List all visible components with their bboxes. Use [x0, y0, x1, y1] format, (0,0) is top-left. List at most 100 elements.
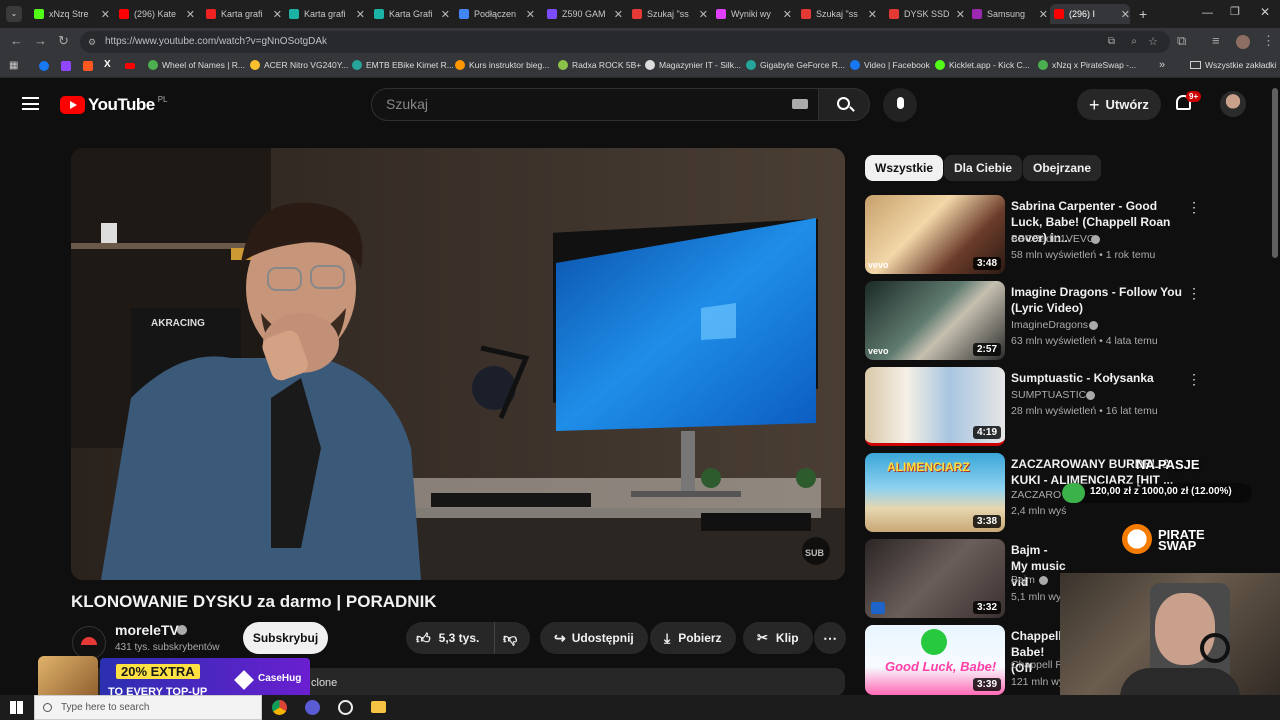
video-thumbnail[interactable]: vevo 2:57	[865, 281, 1005, 360]
bookmark-item[interactable]: Magazynier IT - Silk...	[645, 60, 741, 70]
recommendation-item[interactable]: vevo 3:48 Sabrina Carpenter - Good Luck,…	[865, 195, 1260, 275]
profile-avatar[interactable]	[1236, 35, 1250, 49]
browser-tab[interactable]: Karta grafi ✕	[202, 4, 282, 24]
chip-watched[interactable]: Obejrzane	[1023, 155, 1102, 181]
extensions-icon[interactable]: ⧉	[1177, 34, 1186, 48]
tab-close-icon[interactable]: ✕	[868, 8, 877, 21]
more-options-icon[interactable]: ⋮	[1187, 199, 1201, 216]
site-info-icon[interactable]: ⚙	[88, 31, 96, 53]
browser-tab[interactable]: DYSK SSD ✕	[885, 4, 965, 24]
channel-name[interactable]: moreleTV	[115, 622, 179, 638]
browser-menu-icon[interactable]: ⋮	[1262, 34, 1275, 48]
channel-name[interactable]: BBCRadio1VEVO	[1011, 233, 1095, 245]
windows-start-icon[interactable]	[10, 701, 23, 714]
video-thumbnail[interactable]: vevo 3:48	[865, 195, 1005, 274]
account-avatar[interactable]	[1220, 91, 1246, 117]
browser-tab[interactable]: Karta Grafi ✕	[370, 4, 450, 24]
tab-close-icon[interactable]: ✕	[783, 8, 792, 21]
browser-tab[interactable]: xNzq Stre ✕	[30, 4, 110, 24]
install-icon[interactable]: ⧉	[1108, 31, 1115, 53]
youtube-bookmark-icon[interactable]	[125, 63, 135, 69]
channel-name[interactable]: SUMPTUASTIC	[1011, 389, 1086, 401]
video-thumbnail[interactable]: ALIMENCIARZ 3:38	[865, 453, 1005, 532]
restore-button[interactable]: ❐	[1230, 5, 1240, 18]
subscribe-button[interactable]: Subskrybuj	[243, 622, 328, 654]
bookmark-item[interactable]: Video | Facebook	[850, 60, 930, 70]
tab-close-icon[interactable]: ✕	[1039, 8, 1048, 21]
tab-close-icon[interactable]: ✕	[186, 8, 195, 21]
tab-close-icon[interactable]: ✕	[614, 8, 623, 21]
download-button[interactable]: ⤓ Pobierz	[650, 622, 736, 654]
video-title[interactable]: Imagine Dragons - Follow You (Lyric Vide…	[1011, 284, 1186, 316]
video-thumbnail[interactable]: 3:32	[865, 539, 1005, 618]
browser-tab[interactable]: Z590 GAM ✕	[543, 4, 623, 24]
chrome-taskbar-icon[interactable]	[272, 700, 287, 715]
page-scrollbar[interactable]	[1272, 88, 1278, 258]
tab-close-icon[interactable]: ✕	[356, 8, 365, 21]
browser-tab[interactable]: Samsung ✕	[968, 4, 1048, 24]
bookmark-item[interactable]: Radxa ROCK 5B+	[558, 60, 641, 70]
bookmark-item[interactable]: ACER Nitro VG240Y...	[250, 60, 348, 70]
subscribe-watermark[interactable]: SUB	[805, 548, 824, 558]
dislike-button[interactable]: 👎︎	[494, 622, 530, 654]
tab-close-icon[interactable]: ✕	[526, 8, 535, 21]
close-window-button[interactable]: ✕	[1260, 5, 1270, 19]
zoom-icon[interactable]: ⌕	[1131, 31, 1137, 53]
bookmark-star-icon[interactable]: ☆	[1148, 31, 1158, 53]
all-bookmarks-folder[interactable]: Wszystkie zakładki	[1190, 60, 1276, 70]
bookmark-item[interactable]: EMTB EBike Kimet R...	[352, 60, 454, 70]
channel-name[interactable]: ImagineDragons	[1011, 319, 1088, 331]
back-icon[interactable]: ←	[10, 34, 23, 48]
share-button[interactable]: ↪ Udostępnij	[540, 622, 648, 654]
bookmark-item[interactable]: xNzq x PirateSwap -...	[1038, 60, 1136, 70]
app-taskbar-icon[interactable]	[305, 700, 320, 715]
file-explorer-icon[interactable]	[371, 701, 386, 713]
chip-all[interactable]: Wszystkie	[865, 155, 944, 181]
guide-menu-icon[interactable]	[22, 97, 39, 110]
taskbar-search-input[interactable]: Type here to search	[34, 695, 262, 720]
channel-avatar[interactable]	[72, 626, 106, 660]
browser-tab[interactable]: (296) I ✕	[1050, 4, 1130, 24]
tab-close-icon[interactable]: ✕	[699, 8, 708, 21]
bookmark-item[interactable]: Kicklet.app - Kick C...	[935, 60, 1030, 70]
youtube-logo[interactable]: YouTube PL	[60, 95, 168, 115]
recommendation-item[interactable]: 4:19 Sumptuastic - Kołysanka SUMPTUASTIC…	[865, 367, 1260, 447]
apps-grid-icon[interactable]: ▦	[9, 60, 18, 71]
browser-tab[interactable]: Wyniki wy ✕	[712, 4, 792, 24]
video-title[interactable]: Sumptuastic - Kołysanka	[1011, 370, 1186, 386]
twitch-icon[interactable]	[61, 61, 71, 71]
create-button[interactable]: + Utwórz	[1077, 89, 1161, 120]
like-button[interactable]: 👍︎ 5,3 tys.	[406, 622, 494, 654]
voice-search-button[interactable]	[883, 88, 917, 122]
search-button[interactable]	[818, 88, 870, 121]
tab-close-icon[interactable]: ✕	[101, 8, 110, 21]
video-thumbnail[interactable]: 4:19	[865, 367, 1005, 446]
facebook-icon[interactable]	[39, 61, 49, 71]
tab-close-icon[interactable]: ✕	[441, 8, 450, 21]
new-tab-button[interactable]: +	[1139, 6, 1147, 22]
obs-taskbar-icon[interactable]	[338, 700, 353, 715]
browser-tab[interactable]: Karta grafi ✕	[285, 4, 365, 24]
keyboard-icon[interactable]	[792, 99, 808, 109]
tab-close-icon[interactable]: ✕	[956, 8, 965, 21]
x-icon[interactable]: X	[104, 59, 111, 70]
minimize-button[interactable]: —	[1202, 7, 1213, 19]
a-site-icon[interactable]	[83, 61, 93, 71]
more-bookmarks-icon[interactable]: »	[1159, 59, 1165, 71]
more-options-icon[interactable]: ⋮	[1187, 285, 1201, 302]
browser-tab[interactable]: Szukaj "ss ✕	[628, 4, 708, 24]
search-input[interactable]: Szukaj	[371, 88, 819, 121]
notifications-button[interactable]: 9+	[1176, 91, 1202, 110]
browser-tab[interactable]: Szukaj "ss ✕	[797, 4, 877, 24]
reload-icon[interactable]: ↻	[58, 34, 69, 48]
address-bar[interactable]: ⚙ https://www.youtube.com/watch?v=gNnOSo…	[80, 31, 1170, 53]
tab-close-icon[interactable]: ✕	[273, 8, 282, 21]
more-actions-button[interactable]: ⋯	[814, 622, 846, 654]
recommendation-item[interactable]: vevo 2:57 Imagine Dragons - Follow You (…	[865, 281, 1260, 361]
browser-tab[interactable]: (296) Kate ✕	[115, 4, 195, 24]
clip-button[interactable]: ✂ Klip	[743, 622, 813, 654]
channel-name[interactable]: Bajm	[1011, 574, 1035, 586]
bookmark-item[interactable]: Gigabyte GeForce R...	[746, 60, 845, 70]
channel-name[interactable]: ZACZARO	[1011, 489, 1061, 501]
browser-tab[interactable]: Podłączen ✕	[455, 4, 535, 24]
